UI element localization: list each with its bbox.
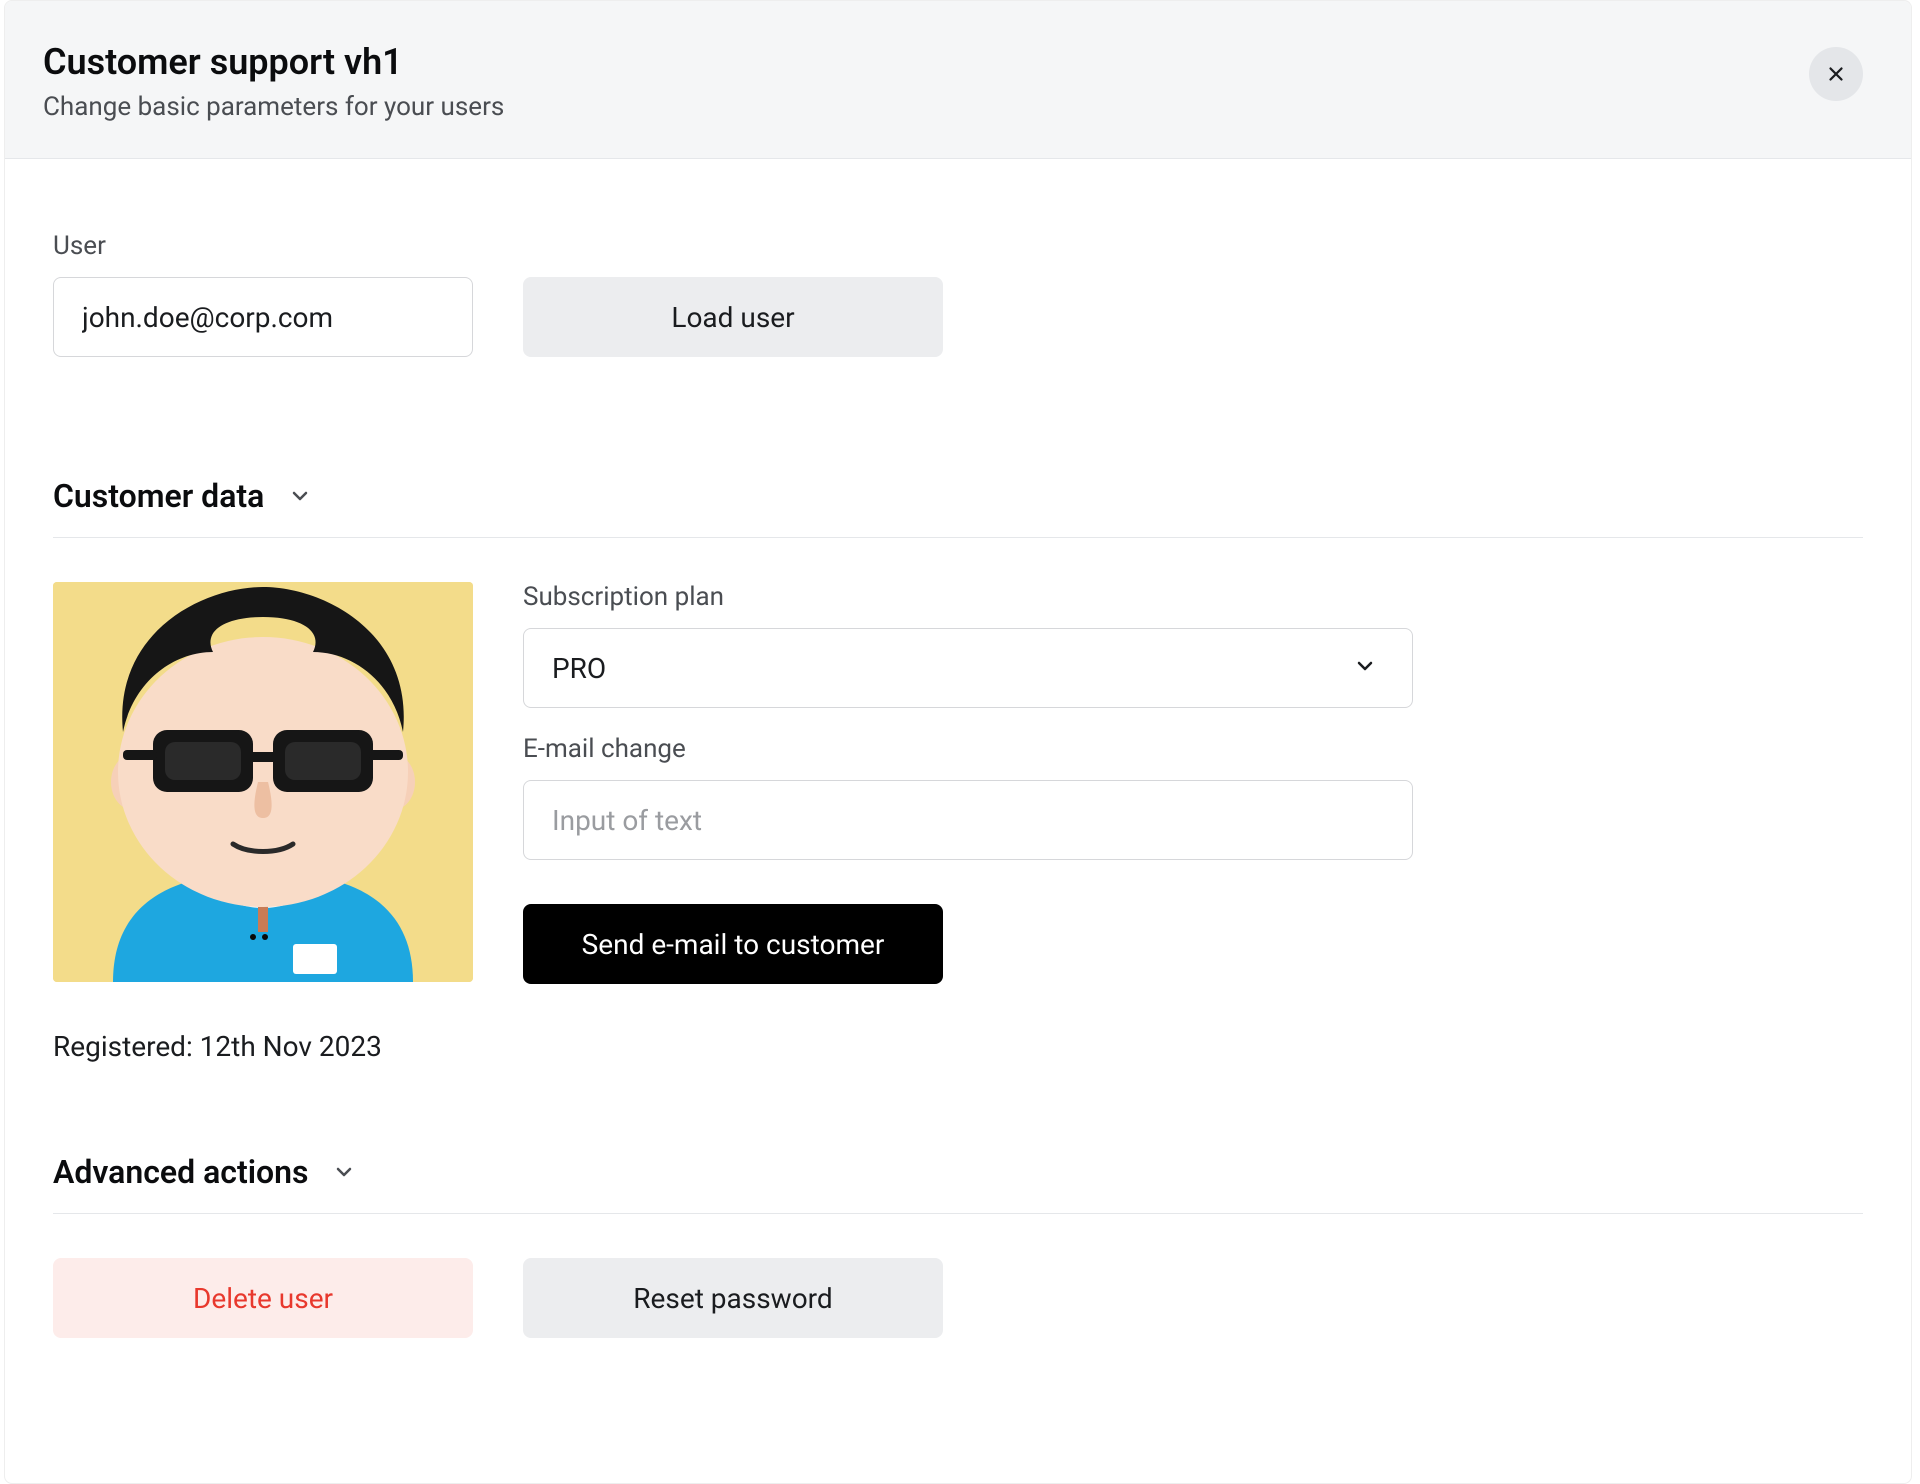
email-change-label: E-mail change xyxy=(523,734,1413,764)
load-user-button[interactable]: Load user xyxy=(523,277,943,357)
chevron-down-icon xyxy=(332,1160,356,1184)
customer-support-modal: Customer support vh1 Change basic parame… xyxy=(4,0,1912,1484)
subscription-select[interactable]: PRO xyxy=(523,628,1413,708)
page-subtitle: Change basic parameters for your users xyxy=(43,92,504,122)
user-email-input[interactable] xyxy=(53,277,473,357)
close-icon xyxy=(1825,63,1847,85)
subscription-group: Subscription plan PRO xyxy=(523,582,1413,708)
customer-data-row: Registered: 12th Nov 2023 Subscription p… xyxy=(53,582,1863,1063)
advanced-title: Advanced actions xyxy=(53,1153,308,1191)
customer-avatar xyxy=(53,582,473,982)
advanced-section-header[interactable]: Advanced actions xyxy=(53,1153,1863,1214)
avatar-illustration xyxy=(53,582,473,982)
send-email-button[interactable]: Send e-mail to customer xyxy=(523,904,943,984)
subscription-label: Subscription plan xyxy=(523,582,1413,612)
modal-header: Customer support vh1 Change basic parame… xyxy=(5,1,1911,159)
registered-text: Registered: 12th Nov 2023 xyxy=(53,1030,473,1063)
email-change-input[interactable] xyxy=(523,780,1413,860)
page-title: Customer support vh1 xyxy=(43,41,504,84)
chevron-down-icon xyxy=(288,484,312,508)
delete-user-button[interactable]: Delete user xyxy=(53,1258,473,1338)
customer-form-column: Subscription plan PRO E-mail change xyxy=(523,582,1413,1063)
user-label: User xyxy=(53,231,473,261)
email-change-group: E-mail change xyxy=(523,734,1413,860)
customer-data-title: Customer data xyxy=(53,477,264,515)
customer-data-section-header[interactable]: Customer data xyxy=(53,477,1863,538)
header-text: Customer support vh1 Change basic parame… xyxy=(43,41,504,122)
subscription-select-wrapper: PRO xyxy=(523,628,1413,708)
modal-body: User Load user Customer data xyxy=(5,159,1911,1386)
close-button[interactable] xyxy=(1809,47,1863,101)
avatar-column: Registered: 12th Nov 2023 xyxy=(53,582,473,1063)
user-field: User xyxy=(53,231,473,357)
reset-password-button[interactable]: Reset password xyxy=(523,1258,943,1338)
advanced-actions-row: Delete user Reset password xyxy=(53,1258,1863,1338)
user-lookup-row: User Load user xyxy=(53,231,1863,357)
